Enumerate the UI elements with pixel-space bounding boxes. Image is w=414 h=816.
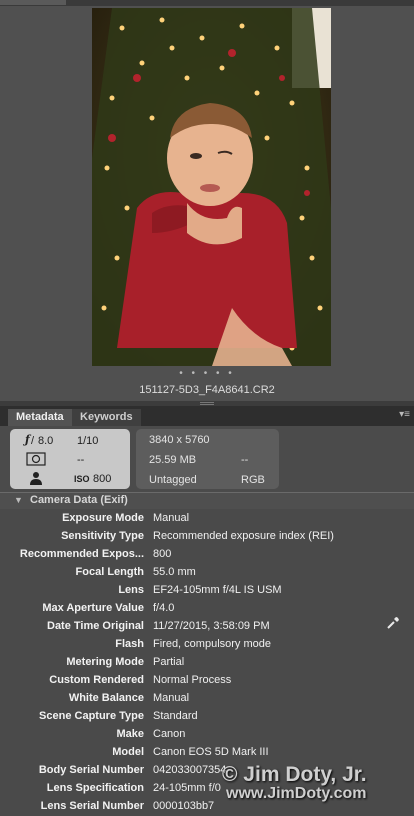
watermark-line2: www.JimDoty.com [226,785,367,803]
field-label: Make [116,728,144,740]
metadata-row: Custom Rendered Normal Process [0,672,414,690]
field-value[interactable]: Canon [153,728,185,740]
metadata-row: Date Time Original 11/27/2015, 3:58:09 PM [0,618,414,636]
page-dots: • • • • • [179,368,235,379]
watermark-line1: © Jim Doty, Jr. [222,763,367,786]
field-label: Metering Mode [66,656,144,668]
field-label: Lens [118,584,144,596]
top-tab[interactable] [0,0,66,5]
iso-value: 800 [93,473,112,485]
metadata-row: Make Canon [0,726,414,744]
field-value[interactable]: Fired, compulsory mode [153,638,271,650]
section-title: Camera Data (Exif) [30,494,128,506]
field-label: Exposure Mode [62,512,144,524]
metering-value: -- [77,454,85,466]
watermark: © Jim Doty, Jr. www.JimDoty.com [222,763,412,803]
f-aperture-icon: ƒ [25,433,30,446]
file-info-box: 3840 x 5760 25.59 MB -- Untagged RGB [136,429,279,489]
file-size-extra: -- [241,454,249,466]
metadata-row: Sensitivity Type Recommended exposure ind… [0,528,414,546]
metadata-row: Metering Mode Partial [0,654,414,672]
metadata-row: Model Canon EOS 5D Mark III [0,744,414,762]
field-label: Body Serial Number [38,764,144,776]
splitter-grip[interactable] [200,402,214,405]
field-label: Sensitivity Type [61,530,144,542]
field-value[interactable]: 042033007354 [153,764,226,776]
file-name: 151127-5D3_F4A8641.CR2 [139,384,275,396]
field-value[interactable]: 0000103bb7 [153,800,214,812]
color-mode: RGB [241,474,265,486]
field-value[interactable]: Manual [153,692,189,704]
image-dimensions: 3840 x 5760 [149,434,210,446]
shutter-value: 1/10 [77,435,99,447]
metadata-row: Lens EF24-105mm f/4L IS USM [0,582,414,600]
metadata-row: White Balance Manual [0,690,414,708]
tab-keywords[interactable]: Keywords [72,409,141,426]
field-value[interactable]: Canon EOS 5D Mark III [153,746,269,758]
aperture-value: 8.0 [38,435,54,447]
panel-menu-icon[interactable]: ▾≡ [399,409,410,420]
metadata-row: Recommended Expos... 800 [0,546,414,564]
field-label: White Balance [68,692,144,704]
metadata-row: Exposure Mode Manual [0,510,414,528]
field-value[interactable]: Normal Process [153,674,231,686]
field-label: Date Time Original [47,620,144,632]
exposure-box: ƒ / 8.0 1/10 -- ISO 800 [10,429,130,489]
field-value[interactable]: 55.0 mm [153,566,196,578]
metadata-row: Focal Length 55.0 mm [0,564,414,582]
field-value[interactable]: 24-105mm f/0 [153,782,221,794]
field-value[interactable]: EF24-105mm f/4L IS USM [153,584,282,596]
field-label: Max Aperture Value [42,602,144,614]
field-value[interactable]: Recommended exposure index (REI) [153,530,334,542]
collapse-triangle-icon[interactable]: ▼ [14,495,23,505]
tab-metadata[interactable]: Metadata [8,409,72,426]
field-label: Lens Specification [46,782,144,794]
label-tag: Untagged [149,474,197,486]
field-label: Focal Length [75,566,144,578]
field-label: Model [112,746,144,758]
file-size: 25.59 MB [149,454,197,466]
field-value[interactable]: f/4.0 [153,602,174,614]
field-label: Flash [115,638,144,650]
preview-pane: • • • • • 151127-5D3_F4A8641.CR2 [0,6,414,404]
photo-illustration [92,8,331,366]
metadata-summary: ƒ / 8.0 1/10 -- ISO 800 3840 x 5760 25.5… [0,426,414,492]
field-value[interactable]: Standard [153,710,198,722]
field-label: Scene Capture Type [39,710,144,722]
person-icon [29,471,43,488]
camera-data-section-header[interactable]: ▼ Camera Data (Exif) [0,492,414,509]
field-label: Recommended Expos... [19,548,144,560]
field-value[interactable]: 800 [153,548,171,560]
field-value[interactable]: Manual [153,512,189,524]
eyedropper-icon[interactable] [386,616,400,630]
metadata-row: Flash Fired, compulsory mode [0,636,414,654]
field-value[interactable]: Partial [153,656,184,668]
field-label: Custom Rendered [49,674,144,686]
panel-tab-bar: Metadata Keywords ▾≡ [0,406,414,427]
preview-image[interactable] [92,8,331,366]
field-value[interactable]: 11/27/2015, 3:58:09 PM [153,620,270,632]
field-label: Lens Serial Number [40,800,144,812]
metadata-row: Max Aperture Value f/4.0 [0,600,414,618]
metadata-row: Scene Capture Type Standard [0,708,414,726]
metering-mode-icon [26,452,46,469]
